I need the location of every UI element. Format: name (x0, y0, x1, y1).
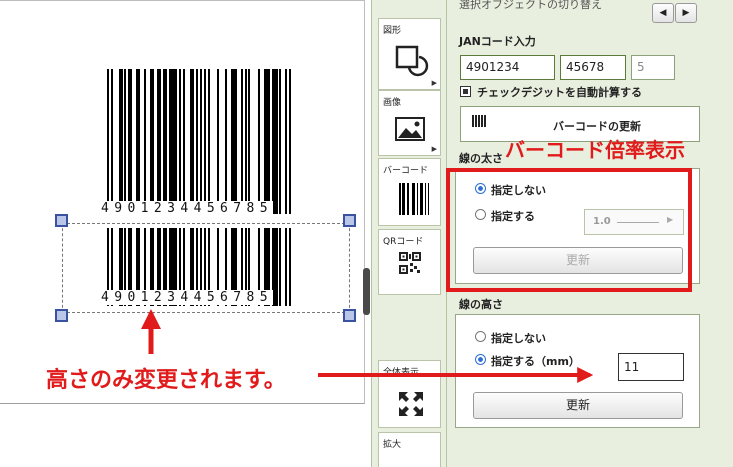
annotation-arrows (141, 309, 594, 383)
